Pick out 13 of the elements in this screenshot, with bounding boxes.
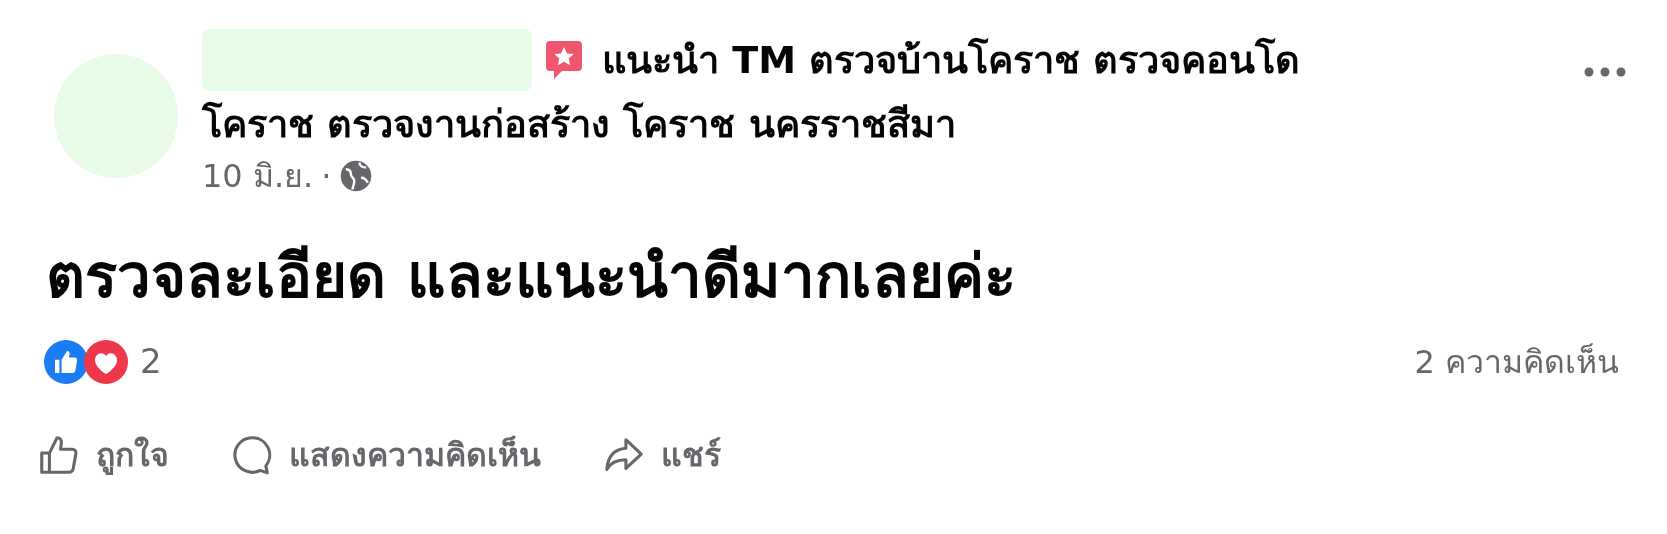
comment-count[interactable]: 2 ความคิดเห็น (1414, 337, 1619, 386)
post-body: ตรวจละเอียด และแนะนำดีมากเลยค่ะ (45, 240, 1017, 313)
share-button[interactable]: แชร์ (601, 431, 721, 479)
more-options-icon[interactable] (1583, 66, 1627, 78)
like-reaction-icon (44, 339, 88, 384)
heart-reaction-icon (84, 339, 128, 384)
post-headline[interactable]: โคราช ตรวจงานก่อสร้าง โคราช นครราชสีมา (202, 102, 956, 146)
post-headline[interactable]: แนะนำ TM ตรวจบ้านโคราช ตรวจคอนโด (602, 28, 1301, 92)
separator-dot: · (321, 156, 332, 197)
like-button[interactable]: ถูกใจ (36, 431, 169, 479)
reaction-count[interactable]: 2 (140, 336, 162, 387)
comment-button[interactable]: แสดงความคิดเห็น (229, 431, 541, 479)
post-date[interactable]: 10 มิ.ย. (202, 152, 314, 200)
